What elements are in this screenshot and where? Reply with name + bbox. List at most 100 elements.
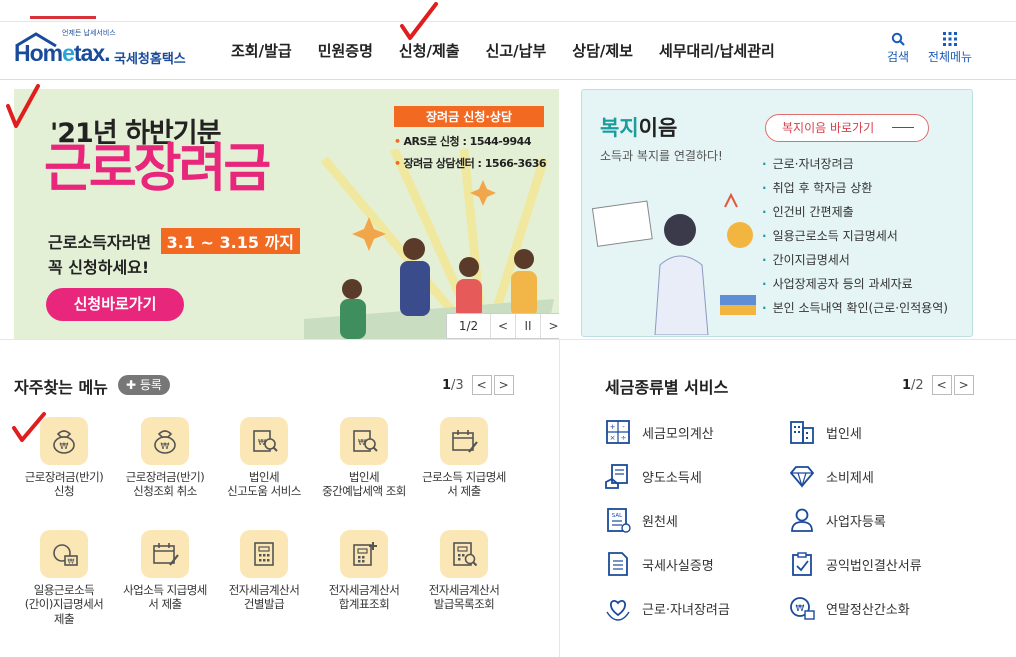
welfare-item[interactable]: 인건비 간편제출: [762, 200, 948, 224]
banner-pause-button[interactable]: II: [516, 314, 541, 338]
frequent-menu-label: 전자세금계산서 건별발급: [228, 583, 300, 612]
clipboard-check-icon: [792, 552, 812, 576]
welfare-item[interactable]: 근로·자녀장려금: [762, 152, 948, 176]
frequent-menu-item[interactable]: ₩ 근로장려금(반기) 신청조회 취소: [110, 417, 220, 499]
welfare-shortcut-button[interactable]: 복지이음 바로가기: [765, 114, 929, 142]
welfare-item[interactable]: 사업장제공자 등의 과세자료: [762, 272, 948, 296]
banner-subtitle-2: 꼭 신청하세요!: [48, 258, 150, 277]
salary-doc-icon: SAL: [607, 508, 631, 533]
tax-service-item[interactable]: 근로·자녀장려금: [604, 593, 730, 623]
svg-text:₩: ₩: [60, 442, 69, 452]
tax-service-label: 양도소득세: [642, 470, 702, 486]
welfare-item[interactable]: 본인 소득내역 확인(근로·인적용역): [762, 296, 948, 320]
document-hand-icon: [605, 464, 628, 489]
frequent-menu-item[interactable]: ₩ 법인세 신고도움 서비스: [209, 417, 319, 499]
nav-report-pay[interactable]: 신고/납부: [473, 22, 560, 80]
all-menu-button[interactable]: 전체메뉴: [924, 32, 976, 65]
welfare-list: 근로·자녀장려금 취업 후 학자금 상환 인건비 간편제출 일용근로소득 지급명…: [762, 152, 948, 320]
tax-prev-button[interactable]: <: [931, 375, 952, 395]
welfare-title: 복지이음: [600, 116, 678, 140]
banner-apply-button[interactable]: 신청바로가기: [46, 288, 184, 321]
nav-consult-report[interactable]: 상담/제보: [559, 22, 646, 80]
welfare-illustration: [591, 192, 756, 335]
tax-service-item[interactable]: 소비제세: [788, 461, 874, 491]
nav-tax-agent[interactable]: 세무대리/납세관리: [646, 22, 788, 80]
red-check-mark-icon: [6, 84, 40, 128]
welfare-item[interactable]: 일용근로소득 지급명세서: [762, 224, 948, 248]
nav-civil-certificate[interactable]: 민원증명: [305, 22, 386, 80]
banner-next-button[interactable]: >: [541, 314, 559, 338]
frequent-menu-item[interactable]: 근로소득 지급명세 서 제출: [409, 417, 519, 499]
tax-service-label: 사업자등록: [826, 514, 886, 530]
hometax-logo[interactable]: 언제든 납세서비스 Hometax. 국세청홈택스: [12, 28, 202, 74]
frequent-menu-item[interactable]: ₩ 일용근로소득 (간이)지급명세서 제출: [9, 530, 119, 626]
welfare-item[interactable]: 취업 후 학자금 상환: [762, 176, 948, 200]
header: 언제든 납세서비스 Hometax. 국세청홈택스 조회/발급 민원증명 신청/…: [0, 22, 1016, 80]
frequent-menu-item[interactable]: ₩ 법인세 중간예납세액 조회: [309, 417, 419, 499]
tax-service-label: 세금모의계산: [642, 426, 714, 442]
frequent-menu-label: 일용근로소득 (간이)지급명세서 제출: [24, 583, 104, 626]
grid-menu-icon: [943, 32, 957, 46]
svg-text:₩: ₩: [161, 442, 170, 452]
tax-service-item[interactable]: 양도소득세: [604, 461, 702, 491]
tax-service-label: 원천세: [642, 514, 678, 530]
frequent-menu-label: 근로소득 지급명세 서 제출: [422, 470, 506, 499]
person-icon: [791, 508, 813, 532]
calculator-icon: + -× ÷: [606, 420, 630, 444]
frequent-next-button[interactable]: >: [493, 375, 514, 395]
tax-page-indicator: 1/2: [902, 377, 924, 393]
won-person-icon: ₩: [790, 597, 815, 620]
frequent-menu-item[interactable]: 사업소득 지급명세 서 제출: [110, 530, 220, 612]
banner-illustration: [304, 149, 554, 339]
banner-carousel-controls: 1/2 < II >: [446, 313, 559, 339]
frequent-menu-item[interactable]: 전자세금계산서 합계표조회: [309, 530, 419, 612]
tax-service-item[interactable]: 법인세: [788, 417, 862, 447]
search-button[interactable]: 검색: [872, 32, 924, 65]
heart-hands-icon: [606, 600, 630, 621]
calendar-edit-icon: [440, 417, 488, 465]
banner-subtitle-1: 근로소득자라면 3.1 ~ 3.15 까지: [48, 228, 301, 254]
calculator-doc-icon: [240, 530, 288, 578]
banner-date-range: 3.1 ~ 3.15 까지: [160, 228, 301, 254]
search-icon: [891, 32, 905, 46]
calculator-search-icon: [440, 530, 488, 578]
tax-service-item[interactable]: 사업자등록: [788, 505, 886, 535]
frequent-menu-label: 전자세금계산서 합계표조회: [328, 583, 400, 612]
banner-contact-ars: • ARS로 신청 : 1544-9944: [394, 135, 531, 148]
tax-next-button[interactable]: >: [953, 375, 974, 395]
all-menu-label: 전체메뉴: [927, 50, 973, 64]
tax-service-item[interactable]: 국세사실증명: [604, 549, 714, 579]
banner-main-title: 근로장려금: [44, 139, 271, 199]
tax-service-item[interactable]: SAL 원천세: [604, 505, 678, 535]
frequent-menu-item[interactable]: 전자세금계산서 발급목록조회: [409, 530, 519, 612]
calendar-edit-icon: [141, 530, 189, 578]
top-utility-bar: [0, 0, 1016, 22]
frequent-prev-button[interactable]: <: [471, 375, 492, 395]
frequent-menu-label: 근로장려금(반기) 신청: [24, 470, 104, 499]
svg-text:-: -: [622, 423, 625, 431]
frequent-menu-label: 법인세 신고도움 서비스: [227, 470, 301, 499]
tax-service-item[interactable]: 공익법인결산서류: [788, 549, 922, 579]
nav-inquiry-issue[interactable]: 조회/발급: [218, 22, 305, 80]
diamond-icon: [789, 466, 815, 489]
tax-service-label: 국세사실증명: [642, 558, 714, 574]
svg-text:SAL: SAL: [612, 513, 623, 519]
welfare-subtitle: 소득과 복지를 연결하다!: [600, 149, 723, 163]
promo-banner[interactable]: '21년 하반기분 근로장려금 근로소득자라면 3.1 ~ 3.15 까지 꼭 …: [14, 89, 559, 339]
svg-text:×: ×: [610, 434, 616, 442]
red-check-mark-icon: [400, 2, 438, 40]
frequent-menu-label: 근로장려금(반기) 신청조회 취소: [125, 470, 205, 499]
frequent-menu-label: 법인세 중간예납세액 조회: [322, 470, 406, 499]
tax-service-item[interactable]: + - × ÷ 세금모의계산: [604, 417, 714, 447]
red-accent-bar: [30, 16, 96, 19]
svg-text:÷: ÷: [621, 434, 627, 442]
register-menu-button[interactable]: ✚ 등록: [118, 375, 170, 395]
frequent-menu-item[interactable]: 전자세금계산서 건별발급: [209, 530, 319, 612]
tax-service-item[interactable]: ₩ 연말정산간소화: [788, 593, 910, 623]
banner-page-indicator: 1/2: [447, 314, 491, 338]
welfare-item[interactable]: 간이지급명세서: [762, 248, 948, 272]
section-divider: [0, 339, 1016, 340]
svg-text:₩: ₩: [68, 558, 75, 566]
banner-prev-button[interactable]: <: [491, 314, 516, 338]
tax-service-label: 소비제세: [826, 470, 874, 486]
